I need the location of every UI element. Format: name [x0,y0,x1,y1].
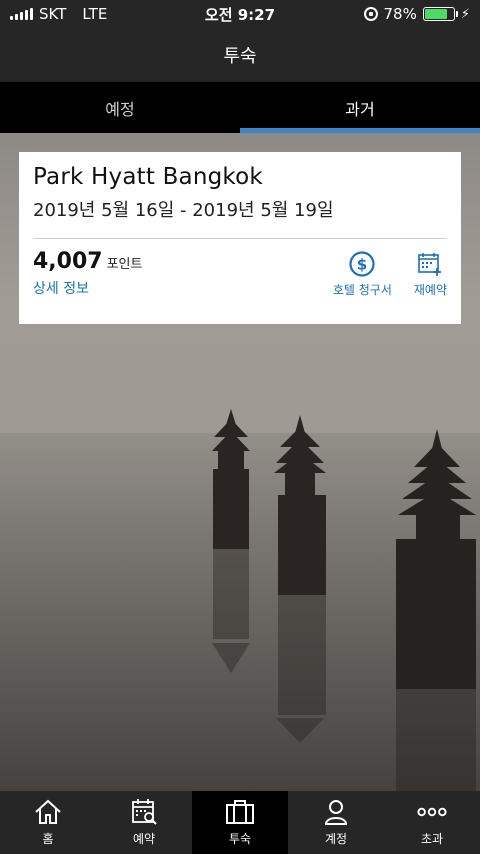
battery-percent: 78% [383,5,417,23]
carrier-label: SKT [39,5,67,23]
signal-icon [10,8,33,20]
nav-stays-label: 투숙 [228,832,252,846]
nav-item-home[interactable]: 홈 [0,791,96,854]
nav-home-label: 홈 [42,832,54,846]
rotation-lock-icon [363,7,378,21]
points-section: 4,007 포인트 상세 정보 [33,249,142,298]
points-row: 4,007 포인트 [33,249,142,274]
points-value: 4,007 [33,249,103,274]
status-right: 78% ⚡ [363,5,470,23]
battery-icon [422,7,458,21]
home-icon [33,798,63,826]
stay-card[interactable]: Park Hyatt Bangkok 2019년 5월 16일 - 2019년 … [19,152,461,324]
page-header: 투숙 [0,28,480,82]
hotel-bill-label: 호텔 청구서 [332,283,392,297]
nav-item-stays[interactable]: 투숙 [192,791,288,854]
nav-more-label: 초과 [420,832,444,846]
tab-upcoming-label: 예정 [105,99,135,119]
rebook-button[interactable]: 재예약 [414,251,447,298]
tab-past-label: 과거 [345,99,375,119]
dollar-icon: $ [349,251,375,277]
suitcase-icon [225,798,255,826]
rebook-label: 재예약 [413,283,447,297]
status-left: SKT LTE [10,5,107,23]
nav-item-account[interactable]: 계정 [288,791,384,854]
card-divider [33,238,447,239]
battery-fill [424,9,447,19]
card-actions: $ 호텔 청구서 재예약 [333,249,447,298]
nav-item-booking[interactable]: 예약 [96,791,192,854]
charging-icon: ⚡ [460,6,470,22]
nav-item-more[interactable]: 초과 [384,791,480,854]
card-bottom: 4,007 포인트 상세 정보 $ 호텔 청구서 재예약 [33,249,447,298]
stay-tabs: 예정 과거 [0,82,480,133]
nav-booking-label: 예약 [132,832,156,846]
hotel-name: Park Hyatt Bangkok [33,164,263,190]
hotel-bill-button[interactable]: $ 호텔 청구서 [333,251,392,298]
tab-upcoming[interactable]: 예정 [0,82,240,133]
person-icon [321,798,351,826]
more-icon [417,798,447,826]
network-label: LTE [82,5,108,23]
points-unit: 포인트 [106,257,143,272]
details-link[interactable]: 상세 정보 [33,278,142,298]
page-title: 투숙 [223,46,257,67]
calendar-add-icon [417,251,443,277]
svg-text:$: $ [357,256,367,274]
stay-dates: 2019년 5월 16일 - 2019년 5월 19일 [33,200,334,221]
bottom-nav: 홈 예약 투숙 계정 초과 [0,791,480,854]
status-bar: SKT LTE 오전 9:27 78% ⚡ [0,0,480,28]
nav-account-label: 계정 [324,832,348,846]
calendar-search-icon [129,798,159,826]
tab-past[interactable]: 과거 [240,82,480,133]
